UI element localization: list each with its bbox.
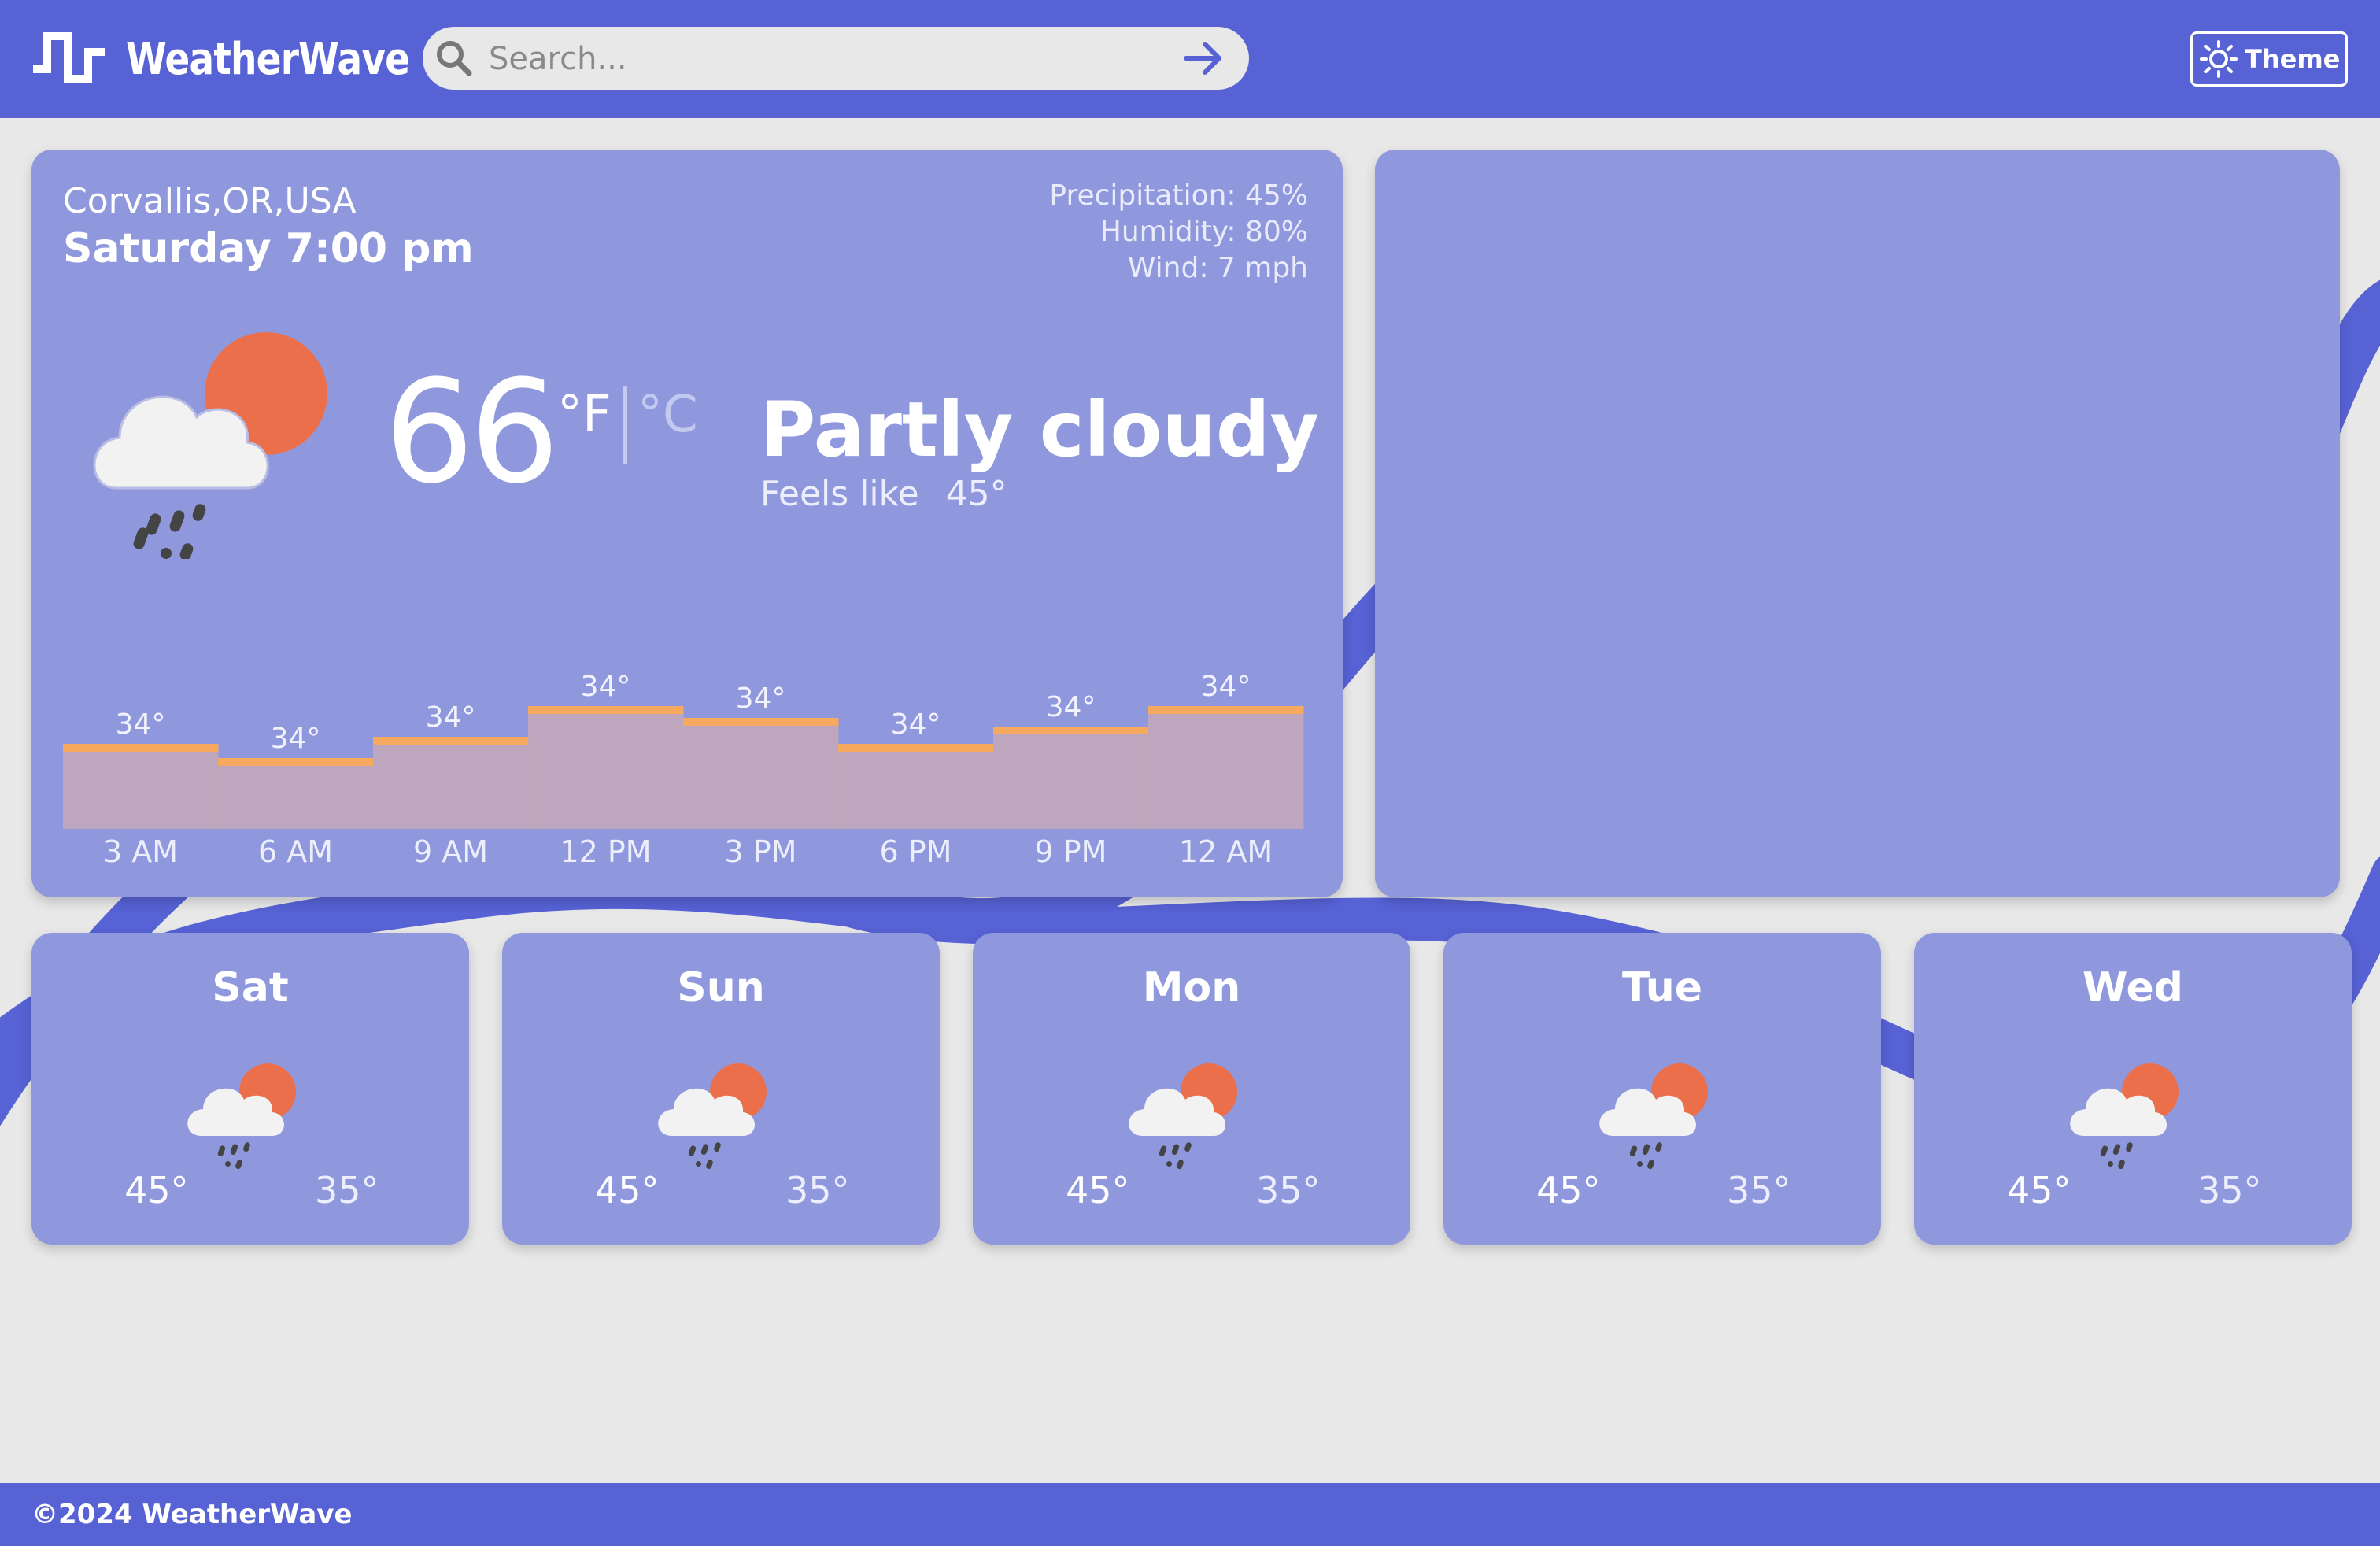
forecast-low: 35° [315,1169,379,1211]
hourly-level-line [838,744,994,752]
hourly-time-label: 12 AM [1179,834,1273,869]
hourly-time-label: 6 AM [258,834,333,869]
hourly-time-label: 9 PM [1035,834,1107,869]
theme-toggle-button[interactable]: Theme [2190,31,2348,87]
hourly-bar [683,722,839,829]
forecast-high: 45° [124,1169,189,1211]
forecast-low: 35° [1727,1169,1791,1211]
hourly-bar [1148,710,1304,829]
hourly-level-line [63,744,219,752]
partly-cloudy-rain-icon [658,1063,767,1169]
weather-stats: Precipitation: 45% Humidity: 80% Wind: 7… [1049,178,1308,287]
hourly-time-label: 3 AM [103,834,178,869]
unit-divider [623,386,627,464]
sun-icon [2200,40,2238,78]
forecast-low: 35° [785,1169,850,1211]
search-icon [437,41,472,76]
forecast-day: Tue [1621,964,1703,1012]
feels-like-value: 45° [945,474,1007,514]
condition-label: Partly cloudy [760,386,1320,474]
hourly-temp-label: 34° [116,708,166,741]
unit-fahrenheit-toggle[interactable]: °F [557,386,612,444]
hourly-level-line [373,737,529,745]
hourly-time-label: 9 AM [413,834,488,869]
hourly-level-line [993,727,1149,734]
unit-celsius-toggle[interactable]: °C [638,386,698,444]
app-header: WeatherWave Theme [0,0,2380,118]
hourly-bar [63,748,219,829]
forecast-card-wed[interactable]: Wed 45° 35° [1914,933,2352,1245]
hourly-temp-label: 34° [1201,671,1251,703]
hourly-bar [528,710,684,829]
current-temperature: 66 [384,350,560,515]
hourly-temperature-chart: 34° 3 AM 34° 6 AM 34° 9 AM 34° 12 PM 34° 3 PM 34° 6… [63,671,1304,897]
secondary-panel [1375,150,2340,897]
forecast-day: Sun [677,964,765,1012]
forecast-high: 45° [1536,1169,1601,1211]
partly-cloudy-rain-icon [187,1063,296,1169]
hourly-temp-label: 34° [736,682,786,715]
forecast-card-tue[interactable]: Tue 45° 35° [1443,933,1881,1245]
hourly-level-line [218,758,374,766]
hourly-temp-label: 34° [891,708,941,741]
forecast-high: 45° [1066,1169,1130,1211]
hourly-temp-label: 34° [271,723,321,755]
humidity-stat: Humidity: 80% [1099,216,1308,248]
hourly-bar [218,762,374,829]
partly-cloudy-rain-icon [2070,1063,2179,1169]
feels-like: Feels like 45° [760,474,1007,514]
wind-stat: Wind: 7 mph [1127,252,1308,284]
location-label: Corvallis,OR,USA [63,181,357,221]
theme-label: Theme [2245,44,2341,74]
datetime-label: Saturday 7:00 pm [63,225,474,272]
forecast-card-sun[interactable]: Sun 45° 35° [502,933,940,1245]
forecast-card-mon[interactable]: Mon 45° 35° [973,933,1410,1245]
hourly-level-line [1148,706,1304,714]
forecast-card-sat[interactable]: Sat 45° 35° [31,933,469,1245]
forecast-day: Sat [212,964,289,1012]
hourly-temp-label: 34° [1046,691,1096,723]
forecast-low: 35° [1256,1169,1321,1211]
search-bar [423,27,1249,90]
hourly-time-label: 6 PM [880,834,952,869]
copyright-text: ©2024 WeatherWave [31,1499,353,1530]
feels-like-label: Feels like [760,474,919,514]
hourly-time-label: 3 PM [725,834,797,869]
wave-logo-icon [33,32,105,83]
hourly-time-label: 12 PM [560,834,651,869]
hourly-temp-label: 34° [426,701,476,734]
forecast-high: 45° [595,1169,660,1211]
current-weather-card: Corvallis,OR,USA Saturday 7:00 pm Precip… [31,150,1343,897]
app-footer: ©2024 WeatherWave [0,1483,2380,1546]
precipitation-stat: Precipitation: 45% [1049,179,1308,212]
hourly-bar [373,741,529,829]
hourly-temp-label: 34° [581,671,631,703]
forecast-day: Mon [1142,964,1241,1012]
partly-cloudy-rain-icon [1129,1063,1237,1169]
hourly-bar [993,730,1149,829]
hourly-bar [838,748,994,829]
forecast-day: Wed [2082,964,2183,1012]
hourly-level-line [528,706,684,714]
brand-name: WeatherWave [126,33,410,85]
partly-cloudy-rain-icon [93,332,327,559]
hourly-level-line [683,718,839,726]
brand-logo[interactable]: WeatherWave [30,30,464,88]
arrow-right-icon[interactable] [1180,36,1227,80]
forecast-high: 45° [2007,1169,2071,1211]
forecast-low: 35° [2197,1169,2262,1211]
partly-cloudy-rain-icon [1599,1063,1708,1169]
search-input[interactable] [487,35,1136,83]
